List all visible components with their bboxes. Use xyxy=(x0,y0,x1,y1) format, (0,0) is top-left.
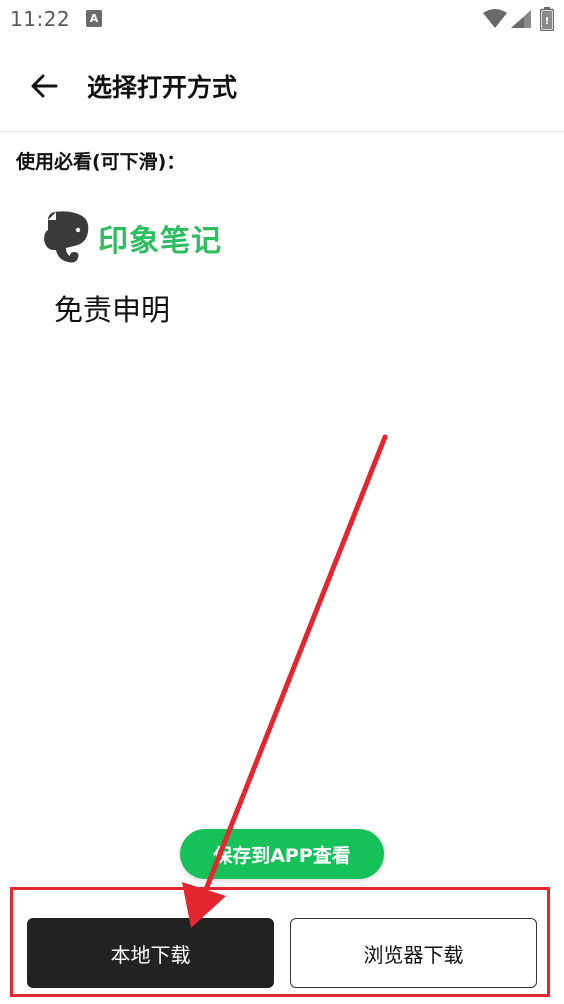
battery-icon: ! xyxy=(540,7,554,31)
disclaimer-link[interactable]: 免责申明 xyxy=(54,287,170,329)
browser-download-button[interactable]: 浏览器下载 xyxy=(290,918,537,988)
evernote-elephant-icon xyxy=(44,211,89,263)
svg-text:!: ! xyxy=(545,16,550,27)
wifi-icon xyxy=(483,9,507,28)
save-to-app-button[interactable]: 保存到APP查看 xyxy=(180,829,384,879)
notification-icon: A xyxy=(86,10,102,27)
status-bar: 11:22 A ! xyxy=(0,0,564,38)
page-title: 选择打开方式 xyxy=(87,73,238,102)
local-download-button[interactable]: 本地下载 xyxy=(27,918,274,988)
screen: 11:22 A ! 选择打开方式 使用必看(可下滑)： 印象笔记 免责申明 保存… xyxy=(0,0,564,1004)
status-time: 11:22 xyxy=(10,7,71,31)
back-button[interactable] xyxy=(20,62,68,110)
signal-icon xyxy=(511,10,531,28)
arrow-left-icon xyxy=(31,74,58,98)
app-bar: 选择打开方式 xyxy=(0,38,564,132)
notice-heading: 使用必看(可下滑)： xyxy=(16,151,186,173)
brand-name: 印象笔记 xyxy=(98,224,222,259)
